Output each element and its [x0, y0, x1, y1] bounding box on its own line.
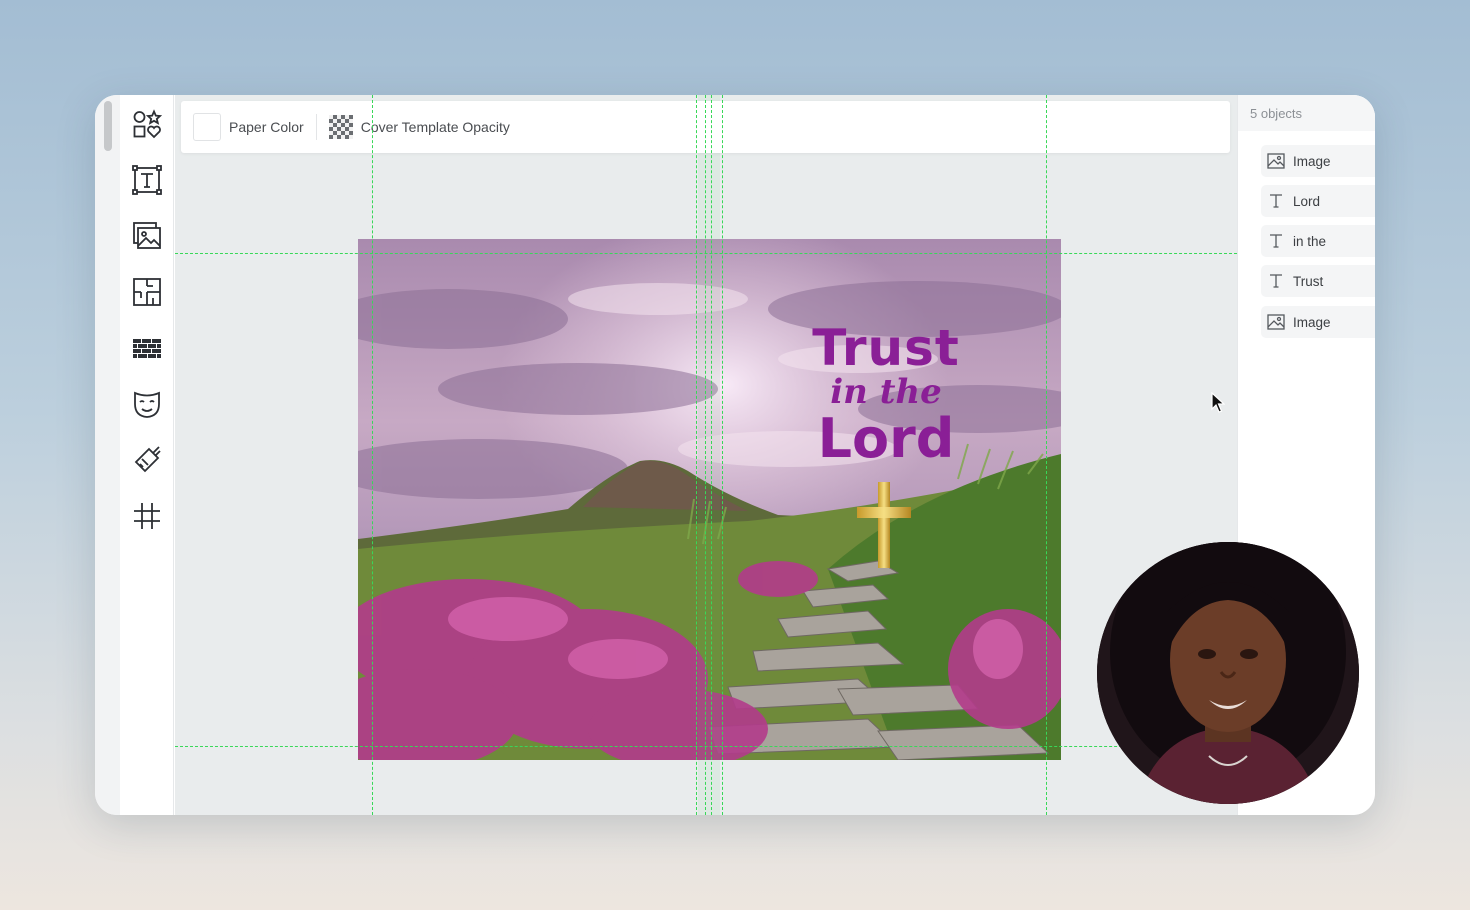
paper-color-swatch[interactable] [193, 113, 221, 141]
shapes-tool-button[interactable] [130, 107, 164, 141]
guide-line-horizontal [175, 253, 1237, 254]
puzzle-tool-button[interactable] [130, 275, 164, 309]
tool-sidebar [120, 95, 174, 815]
grid-tool-button[interactable] [130, 499, 164, 533]
scrollbar-thumb[interactable] [104, 101, 112, 151]
guide-line-vertical [372, 95, 373, 815]
mask-tool-button[interactable] [130, 387, 164, 421]
layer-item-text[interactable]: in the [1261, 225, 1375, 257]
text-layer-icon [1267, 232, 1285, 250]
toolbar-divider [315, 114, 317, 140]
text-layer-icon [1267, 272, 1285, 290]
editor-canvas[interactable]: Paper Color Cover Template Opacity Trust… [175, 95, 1237, 815]
left-scroll-rail [95, 95, 120, 815]
opacity-checker-icon[interactable] [328, 115, 353, 139]
guide-line-vertical [1046, 95, 1047, 815]
guide-line-vertical [711, 95, 712, 815]
layer-label: Trust [1293, 273, 1324, 289]
guide-line-vertical [722, 95, 723, 815]
puzzle-tool-icon [133, 278, 161, 306]
spine-highlight [698, 95, 720, 815]
image-tool-button[interactable] [130, 219, 164, 253]
layer-label: Lord [1293, 193, 1321, 209]
layer-item-text[interactable]: Trust [1261, 265, 1375, 297]
cover-title-trust[interactable]: Trust [806, 319, 966, 377]
text-layer-icon [1267, 192, 1285, 210]
paper-color-label[interactable]: Paper Color [229, 119, 304, 135]
webcam-overlay [1097, 542, 1359, 804]
layer-label: in the [1293, 233, 1327, 249]
brush-tool-button[interactable] [130, 443, 164, 477]
mask-tool-icon [134, 391, 160, 418]
pattern-tool-button[interactable] [130, 331, 164, 365]
guide-line-vertical [705, 95, 706, 815]
pattern-tool-icon [133, 339, 161, 358]
layer-item-image[interactable]: Image [1261, 145, 1375, 177]
layer-label: Image [1293, 153, 1331, 169]
guide-line-horizontal [175, 746, 1237, 747]
layer-item-image[interactable]: Image [1261, 306, 1375, 338]
image-layer-icon [1267, 152, 1285, 170]
image-tool-icon [133, 222, 161, 249]
mouse-pointer-icon [1211, 391, 1226, 419]
grid-tool-icon [134, 503, 160, 529]
text-tool-button[interactable] [130, 163, 164, 197]
brush-tool-icon [134, 446, 161, 473]
layer-label: Image [1293, 314, 1331, 330]
presenter-video [1097, 542, 1359, 804]
cover-title-in-the[interactable]: in the [806, 372, 966, 412]
guide-line-vertical [696, 95, 697, 815]
layer-item-text[interactable]: Lord [1261, 185, 1375, 217]
cover-title-lord[interactable]: Lord [806, 407, 966, 470]
cover-template-opacity-label[interactable]: Cover Template Opacity [361, 119, 510, 135]
image-layer-icon [1267, 313, 1285, 331]
text-tool-icon [132, 165, 162, 195]
layers-count: 5 objects [1238, 95, 1375, 131]
shapes-icon [133, 109, 162, 139]
